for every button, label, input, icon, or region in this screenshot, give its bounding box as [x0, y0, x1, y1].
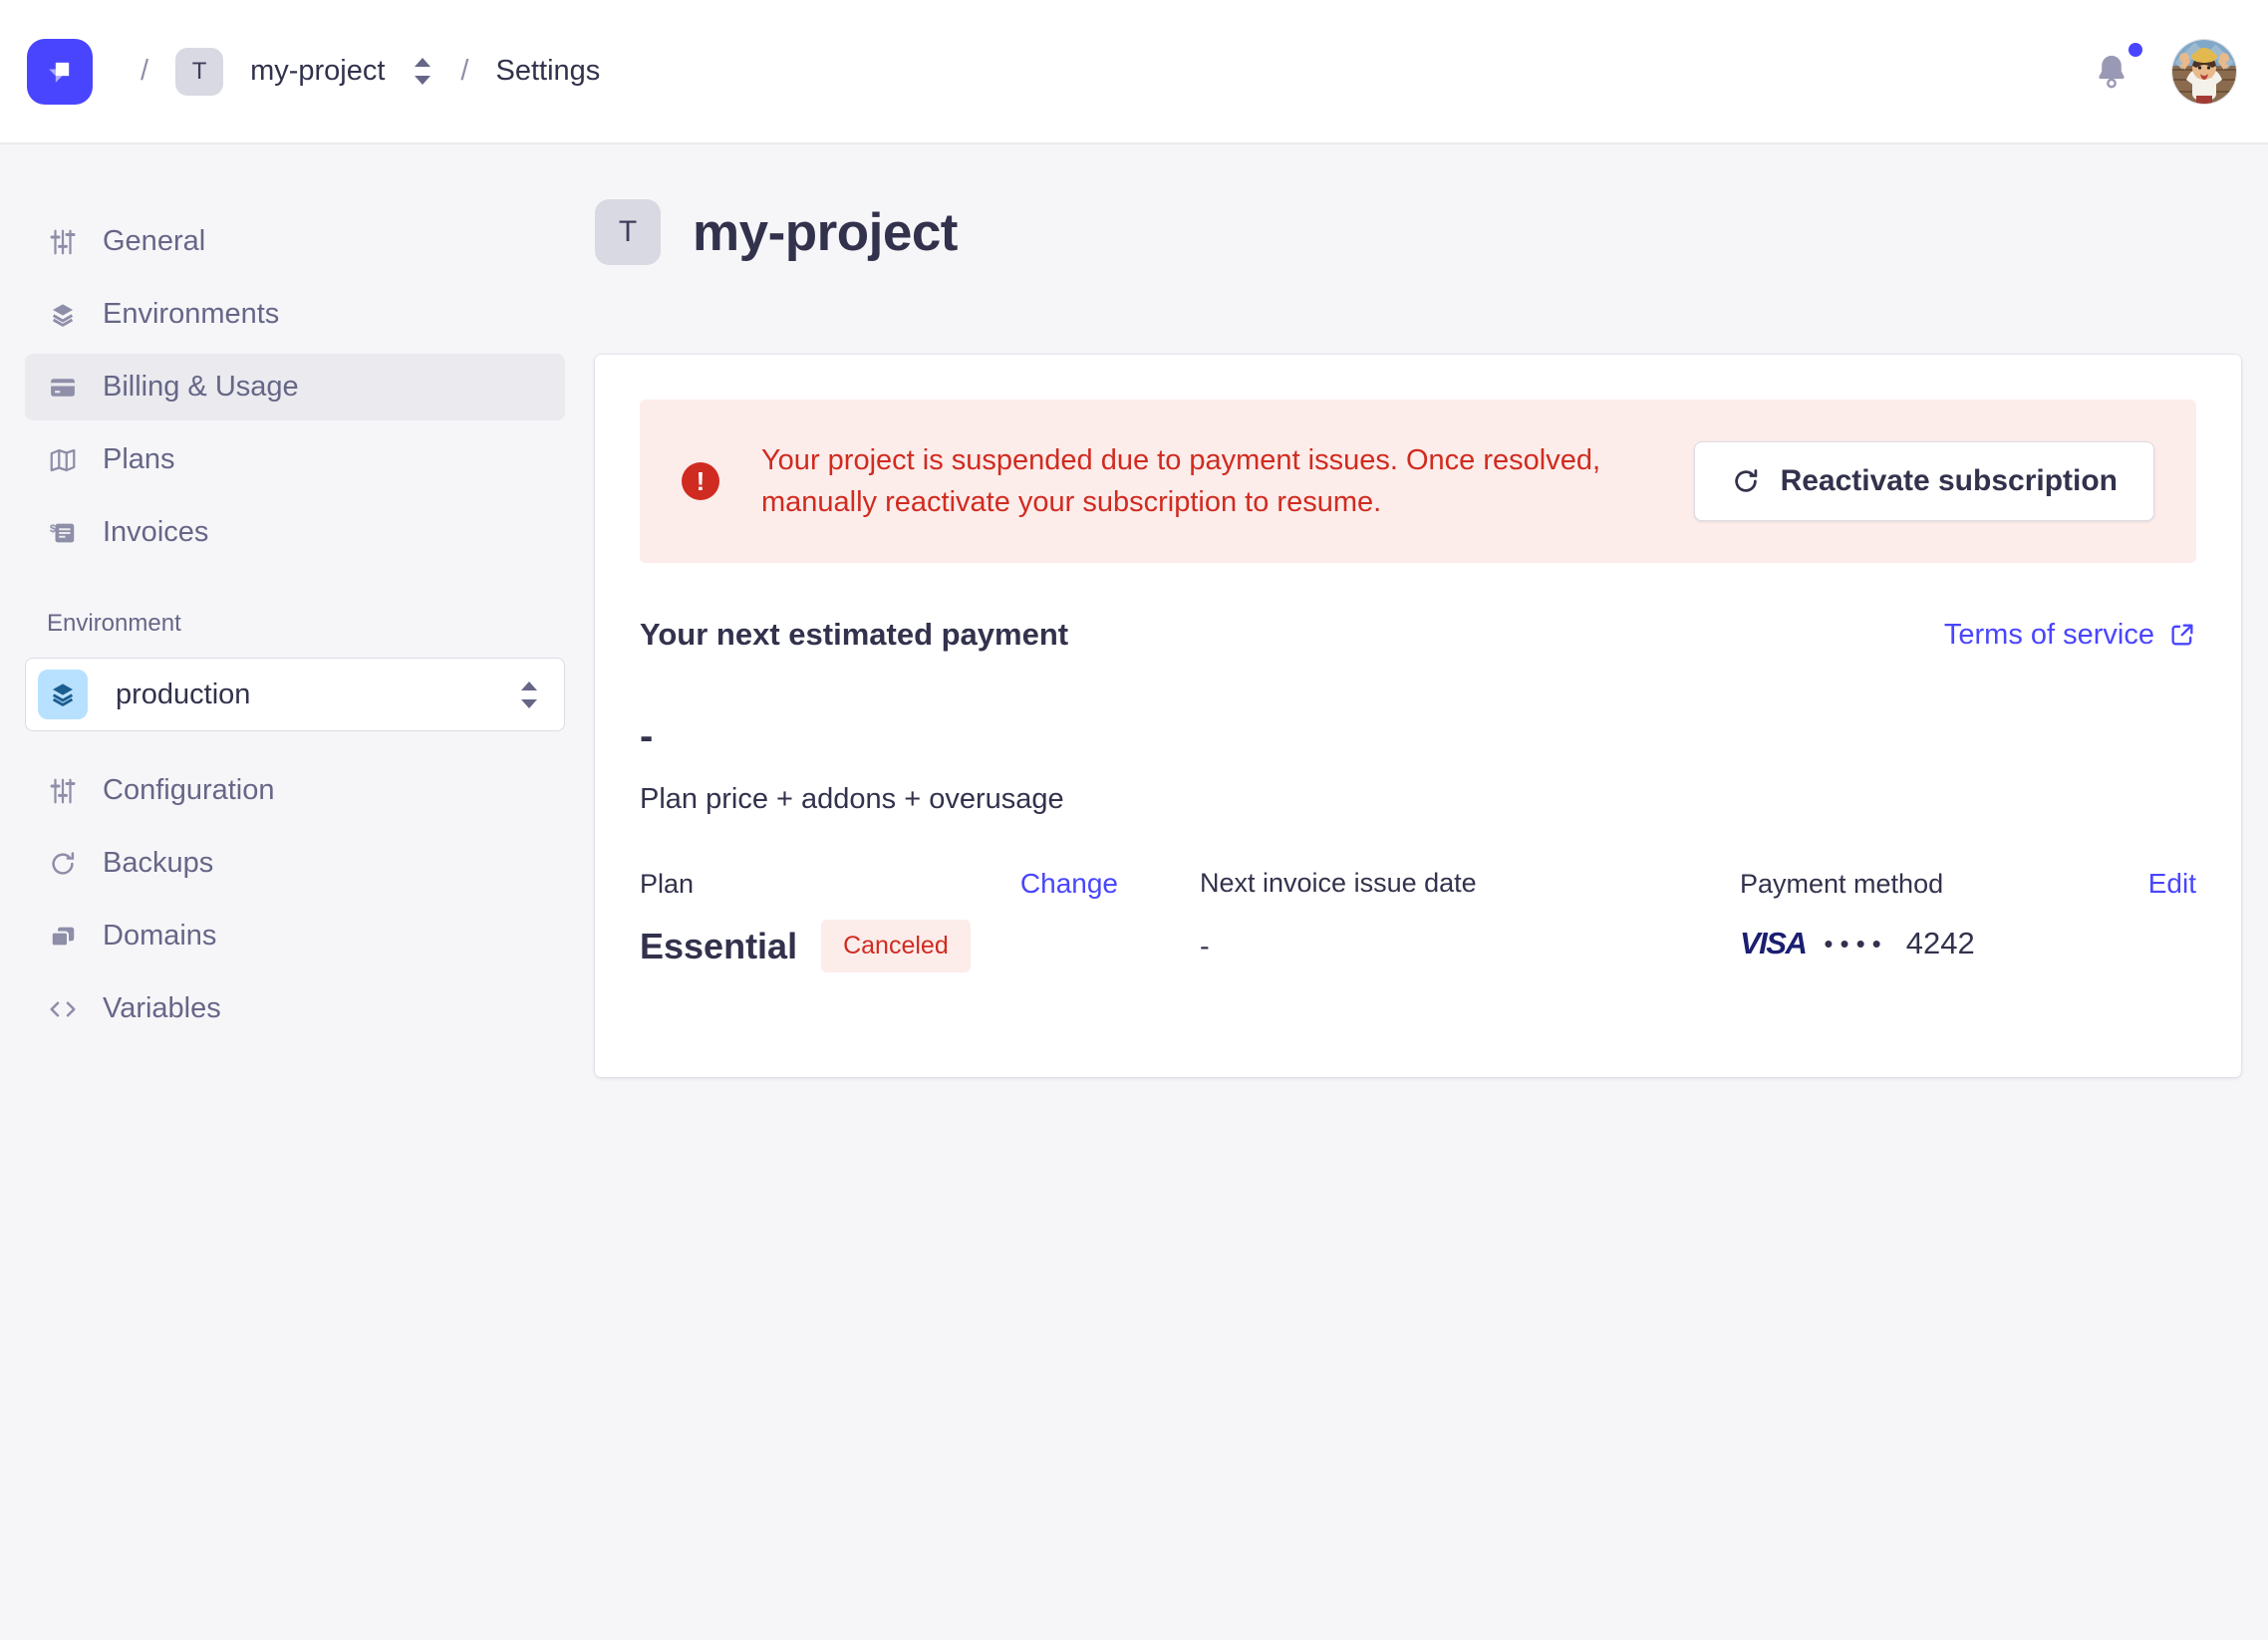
environment-section-label: Environment — [47, 610, 565, 638]
page-title-row: T my-project — [595, 199, 2268, 265]
credit-card-icon — [47, 372, 79, 404]
external-link-icon — [2168, 621, 2196, 649]
sidebar-item-label: Plans — [103, 443, 175, 476]
card-masked-dots: •••• — [1824, 929, 1887, 959]
alert-message: Your project is suspended due to payment… — [761, 439, 1652, 523]
avatar-image — [2172, 40, 2236, 104]
sliders-icon — [47, 226, 79, 258]
sidebar-item-configuration[interactable]: Configuration — [25, 757, 565, 824]
windows-icon — [47, 921, 79, 953]
breadcrumb: / T my-project / Settings — [141, 48, 600, 96]
sidebar-item-plans[interactable]: Plans — [25, 426, 565, 493]
notification-dot — [2128, 43, 2142, 57]
payment-method-label: Payment method — [1740, 869, 1943, 900]
project-chip[interactable]: T — [175, 48, 223, 96]
notifications-button[interactable] — [2091, 51, 2132, 93]
user-avatar[interactable] — [2172, 40, 2236, 104]
main-content: T my-project ! Your project is suspended… — [590, 146, 2268, 1640]
plan-column: Plan Change Essential Canceled — [640, 868, 1118, 972]
sidebar-item-environments[interactable]: Environments — [25, 281, 565, 348]
terms-of-service-label: Terms of service — [1944, 619, 2154, 652]
card-last4: 4242 — [1906, 926, 1975, 961]
strapi-logo-icon — [40, 52, 80, 92]
layers-icon — [47, 299, 79, 331]
sidebar-item-label: Backups — [103, 847, 213, 880]
reactivate-subscription-label: Reactivate subscription — [1781, 464, 2118, 498]
environment-select-sorter-icon — [518, 680, 540, 710]
invoice-icon: $ — [47, 517, 79, 549]
reactivate-subscription-button[interactable]: Reactivate subscription — [1694, 441, 2154, 521]
sidebar-item-billing-usage[interactable]: Billing & Usage — [25, 354, 565, 420]
change-plan-link[interactable]: Change — [1020, 868, 1118, 900]
payment-section-header: Your next estimated payment Terms of ser… — [640, 617, 2196, 653]
strapi-logo[interactable] — [27, 39, 93, 105]
breadcrumb-separator: / — [141, 55, 148, 88]
plan-name: Essential — [640, 926, 797, 967]
environment-select[interactable]: production — [25, 658, 565, 731]
next-invoice-label: Next invoice issue date — [1200, 868, 1628, 899]
suspension-alert: ! Your project is suspended due to payme… — [640, 400, 2196, 563]
edit-payment-method-link[interactable]: Edit — [2148, 868, 2196, 900]
environment-nav: Configuration Backups Domains — [25, 757, 565, 1042]
sidebar-item-backups[interactable]: Backups — [25, 830, 565, 897]
header-actions — [2091, 40, 2236, 104]
terms-of-service-link[interactable]: Terms of service — [1944, 619, 2196, 652]
visa-logo: VISA — [1740, 926, 1806, 961]
sidebar-item-label: General — [103, 225, 205, 258]
payment-heading: Your next estimated payment — [640, 617, 1068, 653]
sidebar-item-label: Invoices — [103, 516, 208, 549]
sidebar-item-general[interactable]: General — [25, 208, 565, 275]
project-title-chip: T — [595, 199, 661, 265]
sliders-icon — [47, 775, 79, 807]
settings-sidebar: General Environments Billing & Usage Pla… — [0, 146, 590, 1640]
billing-details-row: Plan Change Essential Canceled Next invo… — [640, 868, 2196, 972]
exclamation-icon: ! — [682, 462, 719, 500]
sidebar-item-label: Configuration — [103, 774, 275, 807]
next-invoice-column: Next invoice issue date - — [1200, 868, 1628, 963]
sidebar-item-label: Domains — [103, 920, 216, 953]
refresh-icon — [47, 848, 79, 880]
code-icon — [47, 993, 79, 1025]
estimated-amount: - — [640, 714, 2196, 759]
page-title: my-project — [693, 202, 958, 263]
layers-blue-icon — [38, 670, 88, 719]
sidebar-item-invoices[interactable]: $ Invoices — [25, 499, 565, 566]
breadcrumb-separator: / — [460, 55, 468, 88]
refresh-icon — [1731, 466, 1761, 496]
environment-select-value: production — [116, 679, 250, 711]
canceled-badge: Canceled — [821, 920, 971, 972]
payment-method-column: Payment method Edit VISA •••• 4242 — [1740, 868, 2196, 961]
sidebar-item-label: Environments — [103, 298, 279, 331]
sidebar-item-domains[interactable]: Domains — [25, 903, 565, 969]
breadcrumb-project-name[interactable]: my-project — [250, 55, 385, 88]
sidebar-item-label: Billing & Usage — [103, 371, 299, 404]
plan-label: Plan — [640, 869, 694, 900]
sidebar-item-variables[interactable]: Variables — [25, 975, 565, 1042]
bell-icon — [2091, 51, 2132, 93]
project-switcher-icon[interactable] — [412, 56, 433, 87]
svg-text:$: $ — [50, 522, 57, 534]
top-header: / T my-project / Settings — [0, 0, 2268, 144]
next-invoice-value: - — [1200, 931, 1628, 963]
billing-card: ! Your project is suspended due to payme… — [595, 355, 2241, 1077]
breadcrumb-settings: Settings — [495, 55, 600, 88]
payment-formula: Plan price + addons + overusage — [640, 783, 2196, 816]
sidebar-item-label: Variables — [103, 992, 221, 1025]
map-icon — [47, 444, 79, 476]
